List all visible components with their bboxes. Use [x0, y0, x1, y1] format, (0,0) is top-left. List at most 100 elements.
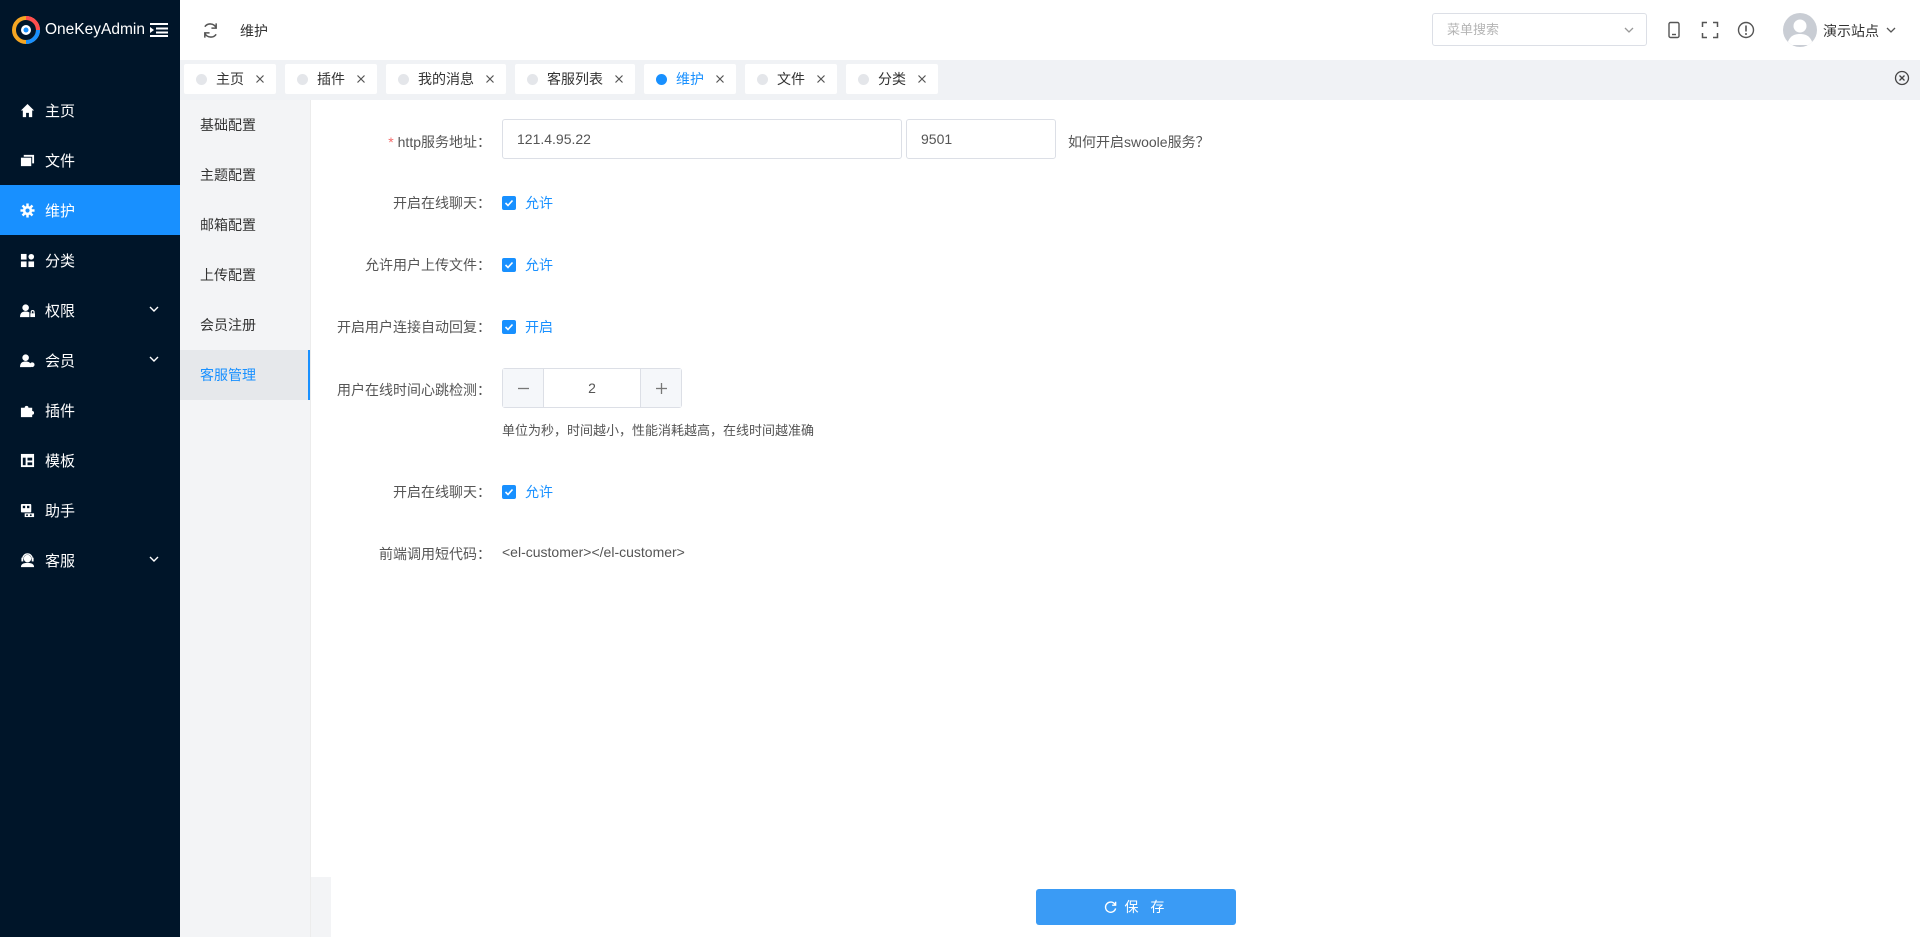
- online-chat-checkbox[interactable]: 允许: [502, 193, 553, 213]
- mobile-icon[interactable]: [1665, 21, 1683, 39]
- tab-dot-icon: [297, 73, 308, 85]
- close-icon[interactable]: [485, 74, 495, 84]
- config-nav-member-register[interactable]: 会员注册: [180, 300, 310, 350]
- http-address-label: * http服务地址：: [311, 132, 491, 152]
- online-chat-checkbox-2[interactable]: 允许: [502, 482, 553, 502]
- heartbeat-input[interactable]: [544, 369, 640, 407]
- check-icon: [502, 485, 516, 499]
- tab-files[interactable]: 文件: [745, 64, 837, 94]
- increment-button[interactable]: [640, 369, 681, 407]
- chevron-down-icon[interactable]: [1623, 24, 1635, 36]
- sidebar-item-files[interactable]: 文件: [0, 135, 180, 185]
- check-icon: [502, 258, 516, 272]
- folder-icon: [20, 153, 35, 168]
- tab-plugins[interactable]: 插件: [285, 64, 377, 94]
- minus-icon: [517, 387, 529, 389]
- save-button-label: 保 存: [1124, 899, 1169, 915]
- tab-dot-icon: [858, 73, 869, 85]
- sidebar-item-assistant[interactable]: 助手: [0, 485, 180, 535]
- swoole-help-link[interactable]: 如何开启swoole服务？: [1068, 132, 1210, 152]
- avatar[interactable]: [1783, 13, 1817, 47]
- tab-label: 文件: [777, 71, 805, 87]
- tab-category[interactable]: 分类: [846, 64, 938, 94]
- sidebar-item-members[interactable]: 会员: [0, 335, 180, 385]
- footer-strip: [311, 877, 331, 937]
- top-header: 维护 演示站点: [180, 0, 1920, 60]
- menu-search-input[interactable]: [1432, 13, 1647, 46]
- config-nav-theme[interactable]: 主题配置: [180, 150, 310, 200]
- home-icon: [20, 103, 35, 118]
- sidebar-item-label: 分类: [45, 252, 76, 270]
- allow-upload-label: 允许用户上传文件：: [365, 257, 491, 273]
- auto-reply-label: 开启用户连接自动回复：: [337, 319, 491, 335]
- chevron-down-icon: [149, 556, 159, 562]
- user-lock-icon: [20, 303, 35, 318]
- tab-label: 我的消息: [418, 71, 474, 87]
- tab-label: 插件: [317, 71, 345, 87]
- close-icon[interactable]: [715, 74, 725, 84]
- user-icon: [20, 353, 35, 368]
- shortcode-value: <el-customer></el-customer>: [502, 544, 685, 560]
- avatar-user-icon: [1787, 19, 1813, 45]
- tab-dot-icon: [398, 73, 409, 85]
- tab-customer-list[interactable]: 客服列表: [515, 64, 635, 94]
- config-nav-email[interactable]: 邮箱配置: [180, 200, 310, 250]
- config-nav-upload[interactable]: 上传配置: [180, 250, 310, 300]
- http-host-input[interactable]: [502, 119, 902, 159]
- gear-icon: [20, 202, 35, 218]
- tab-maintenance[interactable]: 维护: [644, 64, 736, 94]
- sidebar-item-maintenance[interactable]: 维护: [0, 185, 180, 235]
- sidebar-item-plugins[interactable]: 插件: [0, 385, 180, 435]
- refresh-icon: [1104, 900, 1116, 913]
- customer-service-form: *http服务地址： 如何开启swoole服务？ 开启在线聊天： 允许 允许用户…: [311, 100, 1920, 937]
- sidebar-item-home[interactable]: 主页: [0, 85, 180, 135]
- http-port-input[interactable]: [906, 119, 1056, 159]
- close-icon[interactable]: [614, 74, 624, 84]
- breadcrumb[interactable]: 维护: [240, 21, 268, 41]
- checkbox-label: 开启: [525, 319, 553, 335]
- refresh-icon[interactable]: [202, 22, 219, 39]
- online-chat-label: 开启在线聊天：: [393, 195, 491, 211]
- shortcode-label: 前端调用短代码：: [379, 546, 491, 562]
- robot-icon: [20, 503, 35, 518]
- save-button[interactable]: 保 存: [1036, 889, 1236, 925]
- tab-label: 分类: [878, 71, 906, 87]
- sidebar-item-label: 文件: [45, 152, 76, 170]
- sidebar: OneKeyAdmin 主页 文件 维护 分类 权限 会员 插件 模板 助手 客…: [0, 0, 180, 937]
- sidebar-item-permissions[interactable]: 权限: [0, 285, 180, 335]
- close-icon[interactable]: [816, 74, 826, 84]
- info-icon[interactable]: [1737, 21, 1755, 39]
- auto-reply-checkbox[interactable]: 开启: [502, 317, 553, 337]
- sidebar-item-category[interactable]: 分类: [0, 235, 180, 285]
- tab-my-messages[interactable]: 我的消息: [386, 64, 506, 94]
- tab-home[interactable]: 主页: [184, 64, 276, 94]
- chevron-down-icon[interactable]: [1885, 24, 1897, 36]
- tab-bar: 主页 插件 我的消息 客服列表 维护 文件 分类: [180, 60, 1920, 100]
- close-icon[interactable]: [917, 74, 927, 84]
- config-nav: 基础配置 主题配置 邮箱配置 上传配置 会员注册 客服管理: [180, 100, 310, 937]
- decrement-button[interactable]: [503, 369, 544, 407]
- close-icon[interactable]: [356, 74, 366, 84]
- chevron-down-icon: [149, 356, 159, 362]
- brand-name: OneKeyAdmin: [45, 21, 145, 38]
- sidebar-item-templates[interactable]: 模板: [0, 435, 180, 485]
- collapse-menu-icon[interactable]: [150, 22, 168, 38]
- brand-logo-icon: [12, 16, 40, 44]
- sidebar-item-label: 助手: [45, 502, 76, 520]
- sidebar-item-customer-service[interactable]: 客服: [0, 535, 180, 585]
- config-nav-basic[interactable]: 基础配置: [180, 100, 310, 150]
- user-name[interactable]: 演示站点: [1823, 21, 1879, 41]
- allow-upload-checkbox[interactable]: 允许: [502, 255, 553, 275]
- sidebar-item-label: 客服: [45, 552, 76, 570]
- sidebar-item-label: 权限: [45, 302, 76, 320]
- fullscreen-icon[interactable]: [1701, 21, 1719, 39]
- heartbeat-stepper: [502, 368, 682, 408]
- close-all-tabs-icon[interactable]: [1894, 70, 1910, 86]
- chevron-down-icon: [149, 306, 159, 312]
- tab-dot-icon: [196, 73, 207, 85]
- sidebar-menu: 主页 文件 维护 分类 权限 会员 插件 模板 助手 客服: [0, 85, 180, 585]
- check-icon: [502, 196, 516, 210]
- tab-dot-icon: [527, 73, 538, 85]
- config-nav-customer-service[interactable]: 客服管理: [180, 350, 310, 400]
- close-icon[interactable]: [255, 74, 265, 84]
